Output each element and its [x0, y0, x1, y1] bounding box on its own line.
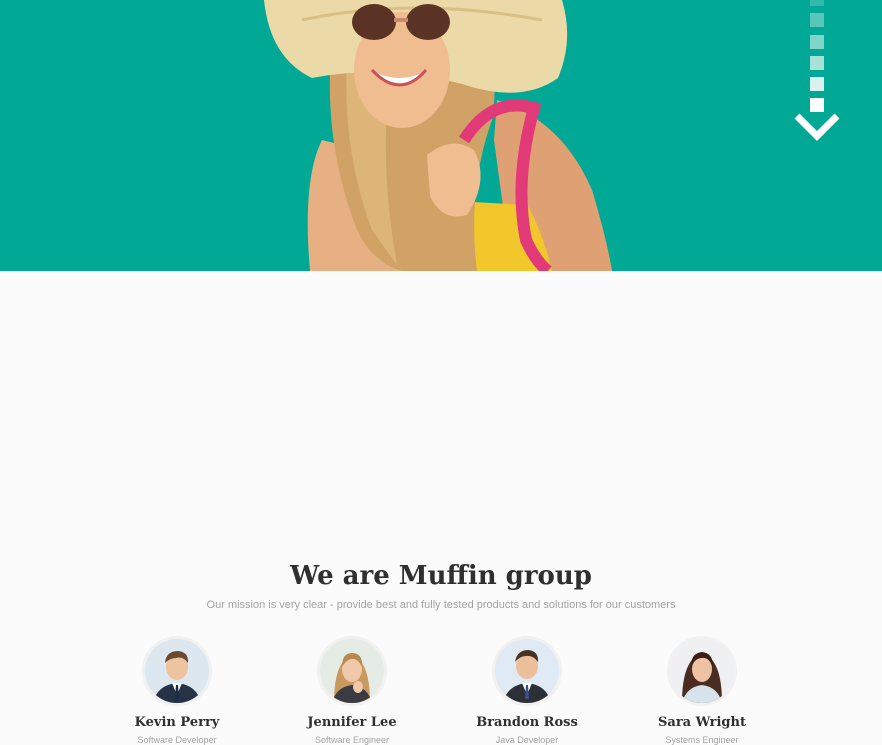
scroll-dot [810, 13, 824, 27]
avatar [495, 639, 559, 703]
team-member-card[interactable]: Sara Wright Systems Engineer [612, 639, 792, 745]
hero-banner [0, 0, 882, 271]
scroll-dot [810, 98, 824, 112]
member-name[interactable]: Brandon Ross [437, 715, 617, 730]
scroll-down-indicator[interactable] [793, 0, 841, 142]
section-title: We are Muffin group [290, 561, 592, 591]
team-member-card[interactable]: Kevin Perry Software Developer [87, 639, 267, 745]
section-subtitle: Our mission is very clear - provide best… [206, 599, 676, 611]
chevron-down-icon [794, 113, 840, 141]
team-member-card[interactable]: Jennifer Lee Software Engineer [262, 639, 442, 745]
avatar [320, 639, 384, 703]
team-section: We are Muffin group Our mission is very … [0, 271, 882, 745]
scroll-dot [810, 56, 824, 70]
member-role: Software Developer [137, 735, 217, 745]
avatar [670, 639, 734, 703]
scroll-dot [810, 77, 824, 91]
scroll-dot [810, 0, 824, 6]
hero-photo [264, 0, 612, 271]
avatar [145, 639, 209, 703]
team-member-card[interactable]: Brandon Ross Java Developer [437, 639, 617, 745]
member-role: Systems Engineer [665, 735, 739, 745]
member-name[interactable]: Jennifer Lee [262, 715, 442, 730]
member-name[interactable]: Kevin Perry [87, 715, 267, 730]
member-role: Java Developer [495, 735, 559, 745]
member-role: Software Engineer [314, 735, 390, 745]
member-name[interactable]: Sara Wright [612, 715, 792, 730]
scroll-dot [810, 35, 824, 49]
